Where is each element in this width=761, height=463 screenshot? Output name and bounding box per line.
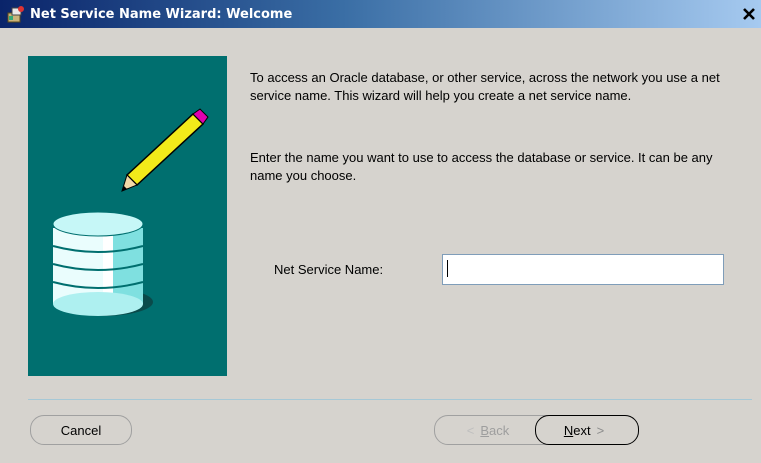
database-icon bbox=[52, 211, 153, 316]
next-button-label: Next bbox=[563, 422, 591, 438]
chevron-right-icon: > bbox=[596, 422, 605, 438]
intro-paragraph: To access an Oracle database, or other s… bbox=[250, 70, 720, 103]
navigation-button-group: < Back Next > bbox=[434, 415, 639, 445]
back-button[interactable]: < Back bbox=[435, 416, 535, 444]
text-caret bbox=[447, 260, 448, 277]
footer-separator bbox=[28, 399, 752, 400]
wizard-illustration bbox=[28, 56, 227, 376]
pencil-icon bbox=[121, 108, 209, 192]
chevron-left-icon: < bbox=[466, 422, 475, 438]
cancel-button[interactable]: Cancel bbox=[30, 415, 132, 445]
next-button[interactable]: Next > bbox=[535, 415, 639, 445]
net-service-name-label: Net Service Name: bbox=[274, 262, 384, 277]
back-button-label: Back bbox=[480, 422, 510, 438]
instruction-paragraph: Enter the name you want to use to access… bbox=[250, 150, 713, 183]
close-icon[interactable] bbox=[741, 6, 757, 22]
cancel-button-label: Cancel bbox=[60, 422, 102, 438]
title-bar[interactable]: Net Service Name Wizard: Welcome bbox=[0, 0, 761, 28]
wizard-window: Net Service Name Wizard: Welcome To acce… bbox=[0, 0, 761, 463]
net-service-name-input[interactable] bbox=[442, 254, 724, 285]
window-title: Net Service Name Wizard: Welcome bbox=[30, 6, 293, 22]
wizard-icon bbox=[6, 4, 26, 24]
